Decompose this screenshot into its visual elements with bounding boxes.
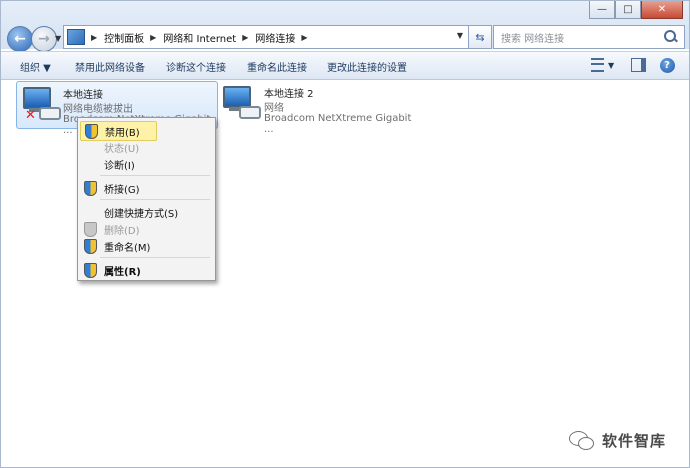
menu-item-create-shortcut[interactable]: 创建快捷方式(S) — [80, 203, 211, 221]
breadcrumb-separator[interactable]: ▶ — [91, 33, 97, 42]
rename-button[interactable]: 重命名此连接 — [247, 59, 307, 74]
window-controls: — □ ✕ — [589, 1, 683, 19]
menu-item-label: 删除(D) — [104, 225, 140, 237]
help-icon: ? — [659, 57, 675, 73]
connection-name: 本地连接 — [63, 90, 103, 101]
menu-item-label: 桥接(G) — [104, 184, 140, 196]
control-panel-icon — [67, 29, 85, 45]
watermark-text: 软件智库 — [602, 431, 667, 450]
menu-separator — [100, 199, 210, 200]
red-x-icon: ✕ — [25, 108, 36, 123]
network-adapter-icon — [223, 86, 261, 119]
breadcrumb-control-panel[interactable]: 控制面板 — [104, 30, 144, 45]
preview-pane-button[interactable] — [627, 55, 649, 75]
breadcrumb-network-connections[interactable]: 网络连接 — [255, 30, 295, 45]
context-menu: 禁用(B) 状态(U) 诊断(I) 桥接(G) 创建快捷方式(S) 删除(D) … — [77, 117, 216, 281]
uac-shield-icon — [84, 239, 97, 254]
disable-device-button[interactable]: 禁用此网络设备 — [75, 59, 145, 74]
uac-shield-icon — [84, 222, 97, 237]
forward-button[interactable]: → — [31, 26, 57, 52]
menu-separator — [100, 175, 210, 176]
connection-item-local-2[interactable]: 本地连接 2 网络 Broadcom NetXtreme Gigabit ... — [222, 81, 422, 135]
minimize-button[interactable]: — — [589, 1, 615, 19]
menu-item-properties[interactable]: 属性(R) — [80, 261, 211, 279]
uac-shield-icon — [85, 124, 98, 139]
organize-button[interactable]: 组织 ▼ — [20, 59, 51, 74]
menu-separator — [100, 257, 210, 258]
breadcrumb-separator[interactable]: ▶ — [242, 33, 248, 42]
menu-item-label: 禁用(B) — [105, 127, 140, 139]
view-icon — [590, 58, 604, 72]
menu-item-label: 诊断(I) — [104, 160, 135, 172]
diagnose-button[interactable]: 诊断这个连接 — [166, 59, 226, 74]
breadcrumb-separator[interactable]: ▶ — [150, 33, 156, 42]
menu-item-label: 创建快捷方式(S) — [104, 208, 179, 220]
connection-status: 网络 — [264, 103, 284, 114]
wechat-icon — [569, 429, 595, 451]
breadcrumb-network-internet[interactable]: 网络和 Internet — [163, 30, 236, 45]
preview-pane-icon — [630, 58, 646, 72]
connection-status: 网络电缆被拔出 — [63, 104, 133, 115]
maximize-button[interactable]: □ — [615, 1, 641, 19]
back-button[interactable]: ← — [7, 26, 33, 52]
uac-shield-icon — [84, 263, 97, 278]
change-view-button[interactable] — [586, 55, 608, 75]
network-adapter-icon: ✕ — [23, 87, 61, 123]
explorer-window: — □ ✕ ← → ▼ ▶ 控制面板 ▶ 网络和 Internet ▶ 网络连接… — [0, 0, 690, 468]
uac-shield-icon — [84, 181, 97, 196]
breadcrumb-separator[interactable]: ▶ — [301, 33, 307, 42]
menu-item-status[interactable]: 状态(U) — [80, 138, 211, 156]
menu-item-diagnose[interactable]: 诊断(I) — [80, 155, 211, 173]
menu-item-label: 状态(U) — [104, 143, 140, 155]
menu-item-bridge[interactable]: 桥接(G) — [80, 179, 211, 197]
menu-item-label: 属性(R) — [104, 266, 141, 278]
search-input[interactable]: 搜索 网络连接 — [501, 30, 664, 45]
connection-device: Broadcom NetXtreme Gigabit ... — [264, 113, 412, 135]
menu-item-delete[interactable]: 删除(D) — [80, 220, 211, 238]
watermark: 软件智库 — [569, 429, 666, 451]
close-button[interactable]: ✕ — [641, 1, 683, 19]
command-bar: 组织 ▼ 禁用此网络设备 诊断这个连接 重命名此连接 更改此连接的设置 ▼ ? — [1, 51, 689, 80]
search-box[interactable]: 搜索 网络连接 — [493, 25, 685, 49]
title-bar: — □ ✕ ← → ▼ ▶ 控制面板 ▶ 网络和 Internet ▶ 网络连接… — [1, 1, 689, 52]
recent-pages-dropdown[interactable]: ▼ — [55, 34, 61, 43]
view-dropdown[interactable]: ▼ — [608, 61, 614, 70]
change-settings-button[interactable]: 更改此连接的设置 — [327, 59, 407, 74]
menu-item-label: 重命名(M) — [104, 242, 151, 254]
menu-item-rename[interactable]: 重命名(M) — [80, 237, 211, 255]
connection-name: 本地连接 2 — [264, 89, 314, 100]
refresh-button[interactable]: ⇆ — [468, 25, 492, 49]
address-dropdown[interactable]: ▼ — [457, 31, 463, 40]
search-icon[interactable] — [664, 30, 678, 44]
address-bar[interactable]: ▶ 控制面板 ▶ 网络和 Internet ▶ 网络连接 ▶ ▼ — [63, 25, 470, 49]
help-button[interactable]: ? — [656, 55, 678, 75]
